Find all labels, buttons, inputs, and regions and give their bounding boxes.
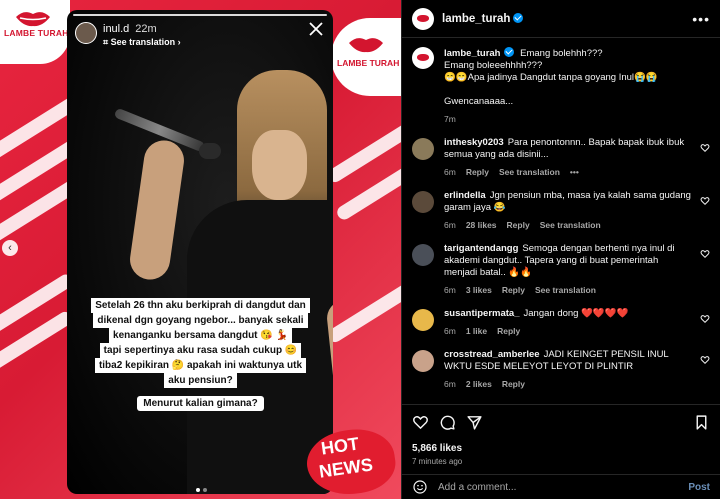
add-comment-input[interactable]: Add a comment... bbox=[438, 482, 688, 493]
add-comment-bar: Add a comment... Post bbox=[402, 474, 720, 499]
header-username[interactable]: lambe_turah bbox=[442, 12, 524, 25]
comment-username[interactable]: erlindella bbox=[444, 190, 486, 201]
caption-question: Menurut kalian gimana? bbox=[137, 396, 264, 411]
comment-likes[interactable]: 3 likes bbox=[466, 284, 492, 296]
story-progress-bar bbox=[73, 14, 327, 16]
avatar[interactable] bbox=[412, 47, 434, 69]
comment-text: Jangan dong ❤️❤️❤️❤️ bbox=[523, 308, 629, 319]
comment-username[interactable]: crosstread_amberlee bbox=[444, 349, 540, 360]
post-timestamp: 7 minutes ago bbox=[412, 457, 463, 466]
comment-heart-icon[interactable] bbox=[700, 355, 710, 365]
caption-time: 7m bbox=[444, 114, 456, 124]
carousel-dot bbox=[203, 488, 207, 492]
carousel-dot bbox=[196, 488, 200, 492]
comment-likes[interactable]: 2 likes bbox=[466, 378, 492, 390]
post-image[interactable]: LAMBE TURAH LAMBE TURAH inul.d 22m ⌗ See … bbox=[0, 0, 401, 499]
story-time: 22m bbox=[135, 23, 157, 35]
caption-line: aku pensiun? bbox=[164, 373, 237, 388]
verified-badge-icon bbox=[503, 47, 514, 57]
caption-line: dikenal dgn goyang ngebor... banyak seka… bbox=[93, 313, 308, 328]
comment-time: 6m bbox=[444, 167, 456, 177]
comment-likes[interactable]: 1 like bbox=[466, 325, 487, 337]
logo-text: LAMBE TURAH bbox=[4, 28, 69, 38]
comment-item: tarigantendangg Semoga dengan berhenti ny… bbox=[402, 243, 720, 296]
comment-heart-icon[interactable] bbox=[700, 143, 710, 153]
story-avatar bbox=[75, 22, 97, 44]
heart-icon[interactable] bbox=[412, 414, 429, 431]
post-header: lambe_turah ••• bbox=[402, 0, 720, 38]
share-icon[interactable] bbox=[466, 414, 483, 431]
decor-stripe bbox=[325, 109, 401, 185]
comment-time: 6m bbox=[444, 326, 456, 336]
avatar[interactable] bbox=[412, 244, 434, 266]
post-caption: lambe_turah Emang bolehhh??? Emang bolee… bbox=[402, 39, 720, 125]
reply-button[interactable]: Reply bbox=[502, 378, 525, 390]
verified-badge-icon bbox=[513, 12, 524, 23]
comment-username[interactable]: inthesky0203 bbox=[444, 137, 504, 148]
brand-logo: LAMBE TURAH bbox=[0, 0, 70, 64]
avatar[interactable] bbox=[412, 7, 434, 30]
avatar[interactable] bbox=[412, 191, 434, 213]
comment-time: 6m bbox=[444, 285, 456, 295]
comment-time: 6m bbox=[444, 379, 456, 389]
caption-line: tapi sepertinya aku rasa sudah cukup 😊 bbox=[99, 343, 302, 358]
comment-heart-icon[interactable] bbox=[700, 249, 710, 259]
see-translation-button[interactable]: See translation bbox=[499, 166, 560, 178]
hot-news-badge: HOT NEWS bbox=[302, 424, 400, 499]
more-options-icon[interactable]: ••• bbox=[692, 11, 710, 27]
comment-heart-icon[interactable] bbox=[700, 314, 710, 324]
comment-item: susantipermata_ Jangan dong ❤️❤️❤️❤️ 6m 1 l… bbox=[402, 308, 720, 337]
decor-stripe bbox=[325, 269, 401, 345]
comment-heart-icon[interactable] bbox=[700, 196, 710, 206]
reply-button[interactable]: Reply bbox=[466, 166, 489, 178]
logo-text: LAMBE TURAH bbox=[337, 58, 400, 68]
reply-button[interactable]: Reply bbox=[497, 325, 520, 337]
see-translation-button[interactable]: See translation bbox=[535, 284, 596, 296]
comment-likes[interactable]: 28 likes bbox=[466, 219, 497, 231]
caption-line: kenanganku bersama dangdut 😘 💃 bbox=[109, 328, 292, 343]
close-icon bbox=[309, 22, 323, 36]
caption-username[interactable]: lambe_turah bbox=[444, 47, 514, 59]
see-translation-button[interactable]: See translation bbox=[540, 219, 601, 231]
comment-item: crosstread_amberlee JADI KEINGET PENSIL I… bbox=[402, 349, 720, 390]
story-username: inul.d bbox=[103, 23, 130, 35]
reply-button[interactable]: Reply bbox=[502, 284, 525, 296]
comment-more-icon[interactable]: ••• bbox=[570, 166, 579, 178]
avatar[interactable] bbox=[412, 350, 434, 372]
performer-face bbox=[252, 130, 307, 200]
lips-icon bbox=[349, 38, 383, 53]
post-comment-button[interactable]: Post bbox=[688, 482, 710, 493]
translate-icon: ⌗ bbox=[103, 37, 111, 47]
microphone-head bbox=[199, 143, 221, 159]
story-frame: inul.d 22m ⌗ See translation › Setelah 26… bbox=[67, 10, 333, 494]
performer-arm bbox=[127, 137, 187, 283]
lips-icon bbox=[16, 12, 50, 27]
reply-button[interactable]: Reply bbox=[507, 219, 530, 231]
comment-username[interactable]: tarigantendangg bbox=[444, 243, 518, 254]
comment-item: erlindella Jgn pensiun mba, masa iya kala… bbox=[402, 190, 720, 231]
comment-item: inthesky0203 Para penontonnn.. Bapak bapa… bbox=[402, 137, 720, 178]
comment-icon[interactable] bbox=[439, 414, 456, 431]
caption-line: Setelah 26 thn aku berkiprah di dangdut … bbox=[91, 298, 310, 313]
emoji-icon[interactable] bbox=[412, 479, 428, 495]
brand-logo-right: LAMBE TURAH bbox=[331, 18, 401, 96]
post-actions: 5,866 likes 7 minutes ago bbox=[402, 404, 720, 472]
story-see-translation: ⌗ See translation › bbox=[103, 37, 181, 47]
comments-area[interactable]: lambe_turah Emang bolehhh??? Emang bolee… bbox=[402, 39, 720, 402]
comment-username[interactable]: susantipermata_ bbox=[444, 308, 520, 319]
comment-time: 6m bbox=[444, 220, 456, 230]
avatar[interactable] bbox=[412, 309, 434, 331]
carousel-dots bbox=[196, 488, 207, 492]
bookmark-icon[interactable] bbox=[693, 414, 710, 431]
chevron-right-icon: › bbox=[177, 37, 181, 47]
previous-arrow-icon[interactable]: ‹ bbox=[2, 240, 18, 256]
story-caption: Setelah 26 thn aku berkiprah di dangdut … bbox=[78, 298, 323, 411]
post-side-panel: lambe_turah ••• lambe_turah Emang bolehh… bbox=[401, 0, 720, 499]
comment-list: inthesky0203 Para penontonnn.. Bapak bapa… bbox=[402, 137, 720, 390]
likes-count[interactable]: 5,866 likes bbox=[412, 443, 710, 454]
caption-line: tiba2 kepikiran 🤔 apakah ini waktunya ut… bbox=[94, 358, 307, 373]
avatar[interactable] bbox=[412, 138, 434, 160]
